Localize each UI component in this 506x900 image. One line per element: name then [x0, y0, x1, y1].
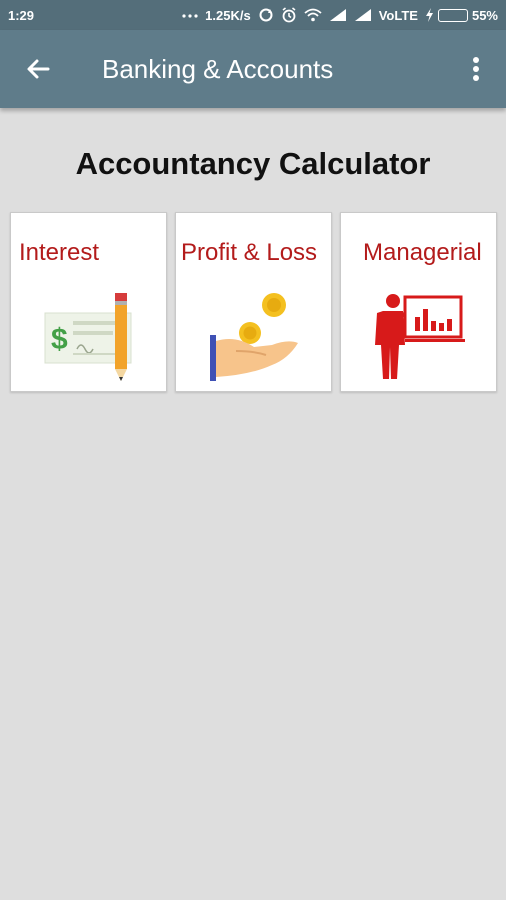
cheque-pencil-icon: $: [44, 293, 132, 381]
battery-indicator: 55%: [425, 8, 498, 23]
page-title: Accountancy Calculator: [75, 146, 431, 181]
card-managerial[interactable]: Managerial: [340, 212, 497, 392]
more-dots-icon: [182, 12, 198, 18]
status-icons: 1.25K/s VoLTE 55%: [182, 7, 498, 23]
presenter-chart-icon: [375, 294, 465, 379]
status-time: 1:29: [8, 7, 35, 23]
battery-icon: [437, 8, 468, 22]
network-type: VoLTE: [378, 7, 418, 23]
status-bar: 1:29 1.25K/s VoLTE 55%: [0, 0, 506, 30]
back-button[interactable]: [0, 30, 76, 108]
card-interest[interactable]: Interest $: [10, 212, 167, 392]
signal-icon-2: [354, 8, 372, 22]
app-bar-title: Banking & Accounts: [102, 53, 334, 84]
card-profit-loss[interactable]: Profit & Loss: [175, 212, 332, 392]
more-vert-icon: [473, 57, 479, 81]
battery-percent: 55%: [471, 7, 498, 23]
sync-icon: [258, 7, 274, 23]
wifi-icon: [304, 8, 322, 22]
charging-bolt-icon: [425, 8, 433, 22]
status-speed: 1.25K/s: [205, 7, 251, 23]
card-label-managerial: Managerial: [363, 239, 482, 266]
hand-coins-icon: [210, 293, 298, 381]
arrow-left-icon: [27, 59, 50, 79]
svg-text:$: $: [51, 323, 68, 356]
overflow-menu-button[interactable]: [464, 54, 488, 84]
app-bar: Banking & Accounts: [0, 30, 506, 108]
card-label-profit-loss: Profit & Loss: [181, 239, 318, 266]
card-label-interest: Interest: [19, 239, 100, 266]
alarm-icon: [281, 7, 297, 23]
signal-icon: [329, 8, 347, 22]
